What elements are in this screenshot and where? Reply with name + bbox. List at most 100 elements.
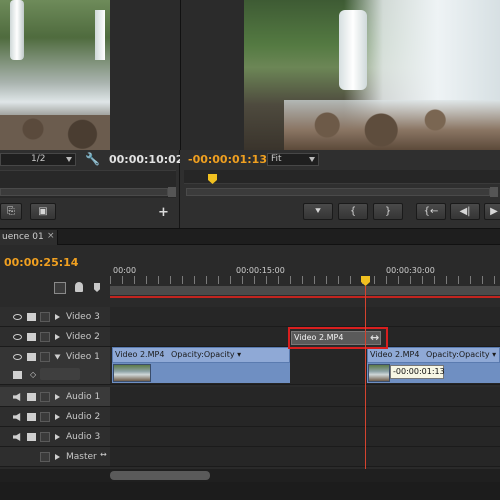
- track-header-audio-1: Audio 1: [0, 387, 110, 407]
- go-to-in-icon: {←: [423, 206, 439, 217]
- lock-icon[interactable]: [40, 392, 50, 402]
- lock-icon[interactable]: [40, 312, 50, 322]
- track-lane-audio-3[interactable]: [110, 427, 500, 447]
- program-scrollbar[interactable]: [186, 188, 490, 196]
- step-back-icon: ◀|: [459, 206, 471, 217]
- film-icon[interactable]: [27, 413, 36, 421]
- clip-thumbnail: [113, 364, 151, 382]
- camera-icon: ▣: [38, 206, 48, 217]
- expand-icon[interactable]: [55, 414, 60, 420]
- track-name: Audio 1: [66, 392, 101, 402]
- speaker-icon[interactable]: [13, 413, 21, 421]
- source-timecode[interactable]: 00:00:10:02: [109, 153, 183, 166]
- go-to-in-button[interactable]: {←: [416, 203, 446, 220]
- track-header-audio-2: Audio 2: [0, 407, 110, 427]
- program-scrollbar-handle[interactable]: [490, 187, 498, 197]
- clip-thumbnail: [368, 364, 390, 382]
- collapse-arrows-icon[interactable]: ↔: [100, 450, 107, 459]
- track-name: Video 1: [66, 352, 100, 362]
- mark-in-button[interactable]: {: [338, 203, 368, 220]
- work-area-bar[interactable]: [110, 286, 500, 295]
- track-name: Master: [66, 452, 97, 462]
- timeline-scrollbar-thumb[interactable]: [110, 471, 210, 480]
- clip-name: Video 2.MP4: [115, 350, 165, 359]
- camera-button[interactable]: ▣: [30, 203, 56, 220]
- film-icon[interactable]: [27, 433, 36, 441]
- step-back-button[interactable]: ◀|: [450, 203, 480, 220]
- expand-icon[interactable]: [55, 394, 60, 400]
- waterfall-image: [339, 10, 367, 90]
- timeline-timecode[interactable]: 00:00:25:14: [4, 256, 78, 269]
- track-name: Video 2: [66, 332, 100, 342]
- source-zoom-select[interactable]: 1/2: [0, 153, 76, 166]
- program-time-ruler[interactable]: [184, 170, 500, 184]
- film-icon[interactable]: [27, 393, 36, 401]
- clip-effect-menu[interactable]: Opacity:Opacity ▾: [171, 350, 241, 359]
- marker-icon: ⯆: [314, 206, 322, 217]
- track-lane-video-3[interactable]: [110, 307, 500, 327]
- expand-icon[interactable]: [55, 434, 60, 440]
- add-marker-button[interactable]: ⯆: [303, 203, 333, 220]
- add-button[interactable]: +: [158, 205, 169, 220]
- clip-name: Video 2.MP4: [370, 350, 420, 359]
- lock-icon[interactable]: [40, 352, 50, 362]
- rocks-image: [284, 100, 500, 150]
- waterfall-image: [95, 10, 105, 60]
- expand-icon[interactable]: [55, 334, 60, 340]
- track-lane-audio-2[interactable]: [110, 407, 500, 427]
- play-icon: ▶: [490, 206, 498, 217]
- collapse-icon[interactable]: [54, 354, 61, 360]
- play-button[interactable]: ▶: [484, 203, 500, 220]
- timeline-scrollbar-track[interactable]: [0, 469, 500, 482]
- track-lane-audio-1[interactable]: [110, 387, 500, 407]
- expand-icon[interactable]: [55, 454, 60, 460]
- clip-video-1-a[interactable]: Video 2.MP4 Opacity:Opacity ▾: [112, 347, 290, 363]
- eye-icon[interactable]: [13, 354, 22, 360]
- wrench-icon[interactable]: 🔧: [85, 152, 100, 166]
- keyframe-nav[interactable]: [40, 368, 80, 380]
- keyframe-icon[interactable]: ◇: [30, 370, 36, 379]
- program-zoom-value: Fit: [271, 154, 282, 164]
- mark-out-button[interactable]: }: [373, 203, 403, 220]
- lock-icon[interactable]: [40, 332, 50, 342]
- move-cursor-icon: ↔: [370, 331, 380, 344]
- film-icon[interactable]: [27, 313, 36, 321]
- export-frame-button[interactable]: ⎘: [0, 203, 22, 220]
- expand-icon[interactable]: [55, 314, 60, 320]
- program-monitor-video: [244, 0, 500, 150]
- track-lane-master[interactable]: [110, 447, 500, 467]
- ruler-label: 00:00: [113, 266, 137, 275]
- track-name: Audio 2: [66, 412, 101, 422]
- film-icon[interactable]: [27, 333, 36, 341]
- source-scrollbar-handle[interactable]: [168, 187, 176, 197]
- lock-icon[interactable]: [40, 412, 50, 422]
- speaker-icon[interactable]: [13, 393, 21, 401]
- timeline-tab-bar: [0, 229, 500, 245]
- source-zoom-value: 1/2: [31, 154, 46, 164]
- track-header-video-2: Video 2: [0, 327, 110, 347]
- chevron-down-icon: [66, 157, 72, 162]
- eye-icon[interactable]: [13, 314, 22, 320]
- waterfall-image: [10, 0, 24, 60]
- tab-label: uence 01: [2, 232, 44, 242]
- clip-name: Video 2.MP4: [294, 333, 344, 342]
- speaker-icon[interactable]: [13, 433, 21, 441]
- track-header-audio-3: Audio 3: [0, 427, 110, 447]
- eye-icon[interactable]: [13, 334, 22, 340]
- program-timecode[interactable]: -00:00:01:13: [188, 153, 267, 166]
- display-style-icon[interactable]: [13, 371, 22, 379]
- dragged-clip[interactable]: Video 2.MP4: [291, 331, 381, 345]
- ruler-ticks: [110, 276, 500, 284]
- lock-icon[interactable]: [40, 432, 50, 442]
- marker-icon[interactable]: [75, 282, 83, 292]
- insert-icon: ⎘: [7, 206, 15, 217]
- program-zoom-select[interactable]: Fit: [267, 153, 319, 166]
- lock-icon[interactable]: [40, 452, 50, 462]
- film-icon[interactable]: [27, 353, 36, 361]
- clip-video-1-b[interactable]: Video 2.MP4 Opacity:Opacity ▾: [367, 347, 500, 363]
- current-time-indicator[interactable]: [365, 286, 366, 476]
- source-scrollbar[interactable]: [0, 188, 168, 196]
- clip-effect-menu[interactable]: Opacity:Opacity ▾: [426, 350, 496, 359]
- snap-icon[interactable]: [54, 282, 66, 294]
- close-icon[interactable]: ×: [47, 231, 55, 241]
